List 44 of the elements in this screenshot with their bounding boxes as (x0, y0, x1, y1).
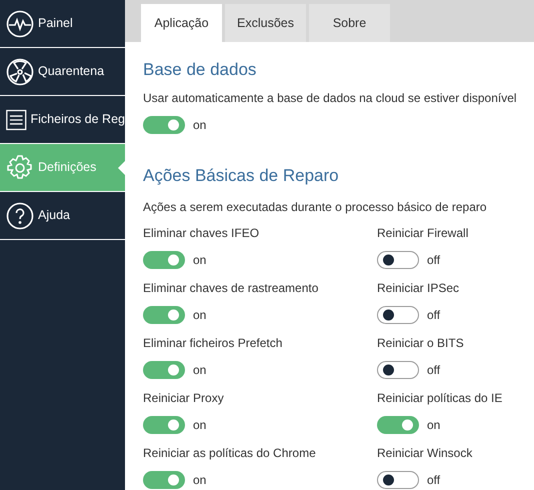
toggle-switch[interactable] (143, 416, 185, 434)
toggle-state: on (193, 417, 206, 434)
toggle-switch[interactable] (143, 306, 185, 324)
tab[interactable]: Exclusões (225, 4, 306, 42)
toggle-state: off (427, 307, 440, 324)
option-label: Reiniciar as políticas do Chrome (143, 445, 317, 462)
toggle-state: on (193, 362, 206, 379)
section-description: Usar automaticamente a base de dados na cloud se estiver disponível (143, 90, 518, 106)
option-label: Reiniciar Winsock (377, 445, 474, 462)
settings-icon (6, 154, 34, 182)
option-label: Reiniciar IPSec (377, 280, 460, 297)
toggle-state: off (427, 252, 440, 269)
option-label: Eliminar chaves IFEO (143, 225, 260, 242)
toggle-switch[interactable] (377, 471, 419, 489)
option-label: Reiniciar o BITS (377, 335, 465, 352)
section-heading: Base de dados (143, 59, 258, 81)
toggle-switch[interactable] (377, 251, 419, 269)
toggle-state: off (427, 472, 440, 489)
toggle-state: on (193, 116, 206, 134)
toggle-switch[interactable] (143, 361, 185, 379)
pointer-notch (118, 161, 125, 175)
toggle-switch[interactable] (377, 416, 419, 434)
toggle-switch[interactable] (377, 306, 419, 324)
pulse-icon (6, 10, 34, 38)
help-icon (6, 202, 34, 230)
toggle-switch[interactable] (143, 471, 185, 489)
option-label: Eliminar ficheiros Prefetch (143, 335, 284, 352)
toggle-state: on (193, 252, 206, 269)
option-label: Eliminar chaves de rastreamento (143, 280, 320, 297)
tab[interactable]: Aplicação (141, 4, 222, 42)
option-label: Reiniciar políticas do IE (377, 390, 504, 407)
toggle-state: off (427, 362, 440, 379)
toggle-state: on (193, 307, 206, 324)
toggle-state: on (193, 472, 206, 489)
toggle-switch[interactable] (143, 251, 185, 269)
toggle-switch[interactable] (377, 361, 419, 379)
toggle-switch[interactable] (143, 116, 185, 134)
section-heading: Ações Básicas de Reparo (143, 164, 340, 187)
toggle-state: on (427, 417, 440, 434)
section-description: Ações a serem executadas durante o processo básico de reparo (143, 199, 488, 216)
option-label: Reiniciar Proxy (143, 390, 225, 407)
option-label: Reiniciar Firewall (377, 225, 470, 242)
tab[interactable]: Sobre (309, 4, 390, 42)
radiation-icon (6, 58, 34, 86)
